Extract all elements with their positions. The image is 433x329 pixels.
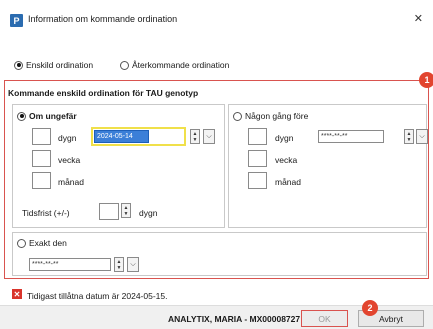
- chevron-down-icon: ⌵: [206, 132, 212, 140]
- before-manad-label: månad: [275, 177, 301, 187]
- exact-date-spinner[interactable]: ▲ ▼: [114, 257, 124, 272]
- manad-count-input[interactable]: [32, 172, 51, 189]
- date-input-exakt-den[interactable]: ****-**-**: [29, 258, 111, 271]
- radio-icon: [233, 111, 242, 121]
- radio-aterkommande-ordination[interactable]: Återkommande ordination: [120, 60, 229, 70]
- spin-down-icon: ▼: [406, 136, 412, 143]
- radio-label: Exakt den: [29, 238, 67, 248]
- app-icon: P: [10, 14, 23, 27]
- date-input-nagon-gang-fore[interactable]: ****-**-**: [318, 130, 384, 143]
- before-vecka-label: vecka: [275, 155, 298, 165]
- radio-label: Om ungefär: [29, 111, 77, 121]
- before-date-dropdown[interactable]: ⌵: [416, 129, 428, 144]
- vecka-count-input[interactable]: [32, 150, 51, 167]
- before-manad-count-input[interactable]: [248, 172, 267, 189]
- validation-message: Tidigast tillåtna datum är 2024-05-15.: [27, 291, 168, 301]
- before-dygn-count-input[interactable]: [248, 128, 267, 145]
- step-badge-1: 1: [419, 72, 433, 88]
- before-dygn-label: dygn: [275, 133, 294, 143]
- vecka-label: vecka: [58, 155, 81, 165]
- date-dropdown[interactable]: ⌵: [203, 129, 215, 144]
- error-icon: ✕: [12, 289, 22, 299]
- window-title: Information om kommande ordination: [28, 14, 178, 24]
- tolerance-unit-label: dygn: [139, 208, 158, 218]
- manad-label: månad: [58, 177, 84, 187]
- chevron-down-icon: ⌵: [419, 132, 425, 140]
- radio-label: Enskild ordination: [26, 60, 94, 70]
- date-input-focus-outline: [91, 127, 186, 146]
- spin-down-icon: ▼: [116, 264, 122, 271]
- exact-date-dropdown[interactable]: ⌵: [127, 257, 139, 272]
- title-bar: P Information om kommande ordination ✕: [0, 0, 433, 40]
- radio-icon: [120, 60, 129, 70]
- radio-label: Någon gång före: [245, 111, 309, 121]
- spin-down-icon: ▼: [192, 136, 198, 143]
- radio-enskild-ordination[interactable]: Enskild ordination: [14, 60, 93, 70]
- radio-om-ungefar[interactable]: Om ungefär: [17, 111, 77, 121]
- spin-down-icon: ▼: [123, 210, 129, 217]
- radio-icon-checked: [17, 111, 26, 121]
- step-badge-2: 2: [362, 300, 378, 316]
- before-vecka-count-input[interactable]: [248, 150, 267, 167]
- dygn-label: dygn: [58, 133, 77, 143]
- tolerance-spinner[interactable]: ▲ ▼: [121, 203, 131, 218]
- dygn-count-input[interactable]: [32, 128, 51, 145]
- radio-nagon-gang-fore[interactable]: Någon gång före: [233, 111, 308, 121]
- radio-icon-checked: [14, 60, 23, 70]
- tolerance-label: Tidsfrist (+/-): [22, 208, 70, 218]
- close-icon[interactable]: ✕: [414, 12, 423, 25]
- user-info: ANALYTIX, MARIA - MX00008727: [168, 314, 301, 324]
- ok-button[interactable]: OK: [301, 310, 348, 327]
- radio-label: Återkommande ordination: [132, 60, 230, 70]
- chevron-down-icon: ⌵: [130, 260, 136, 268]
- date-spinner[interactable]: ▲ ▼: [190, 129, 200, 144]
- panel-header: Kommande enskild ordination för TAU geno…: [8, 88, 199, 98]
- radio-icon: [17, 238, 26, 248]
- before-date-spinner[interactable]: ▲ ▼: [404, 129, 414, 144]
- radio-exakt-den[interactable]: Exakt den: [17, 238, 67, 248]
- tolerance-input[interactable]: [99, 203, 119, 220]
